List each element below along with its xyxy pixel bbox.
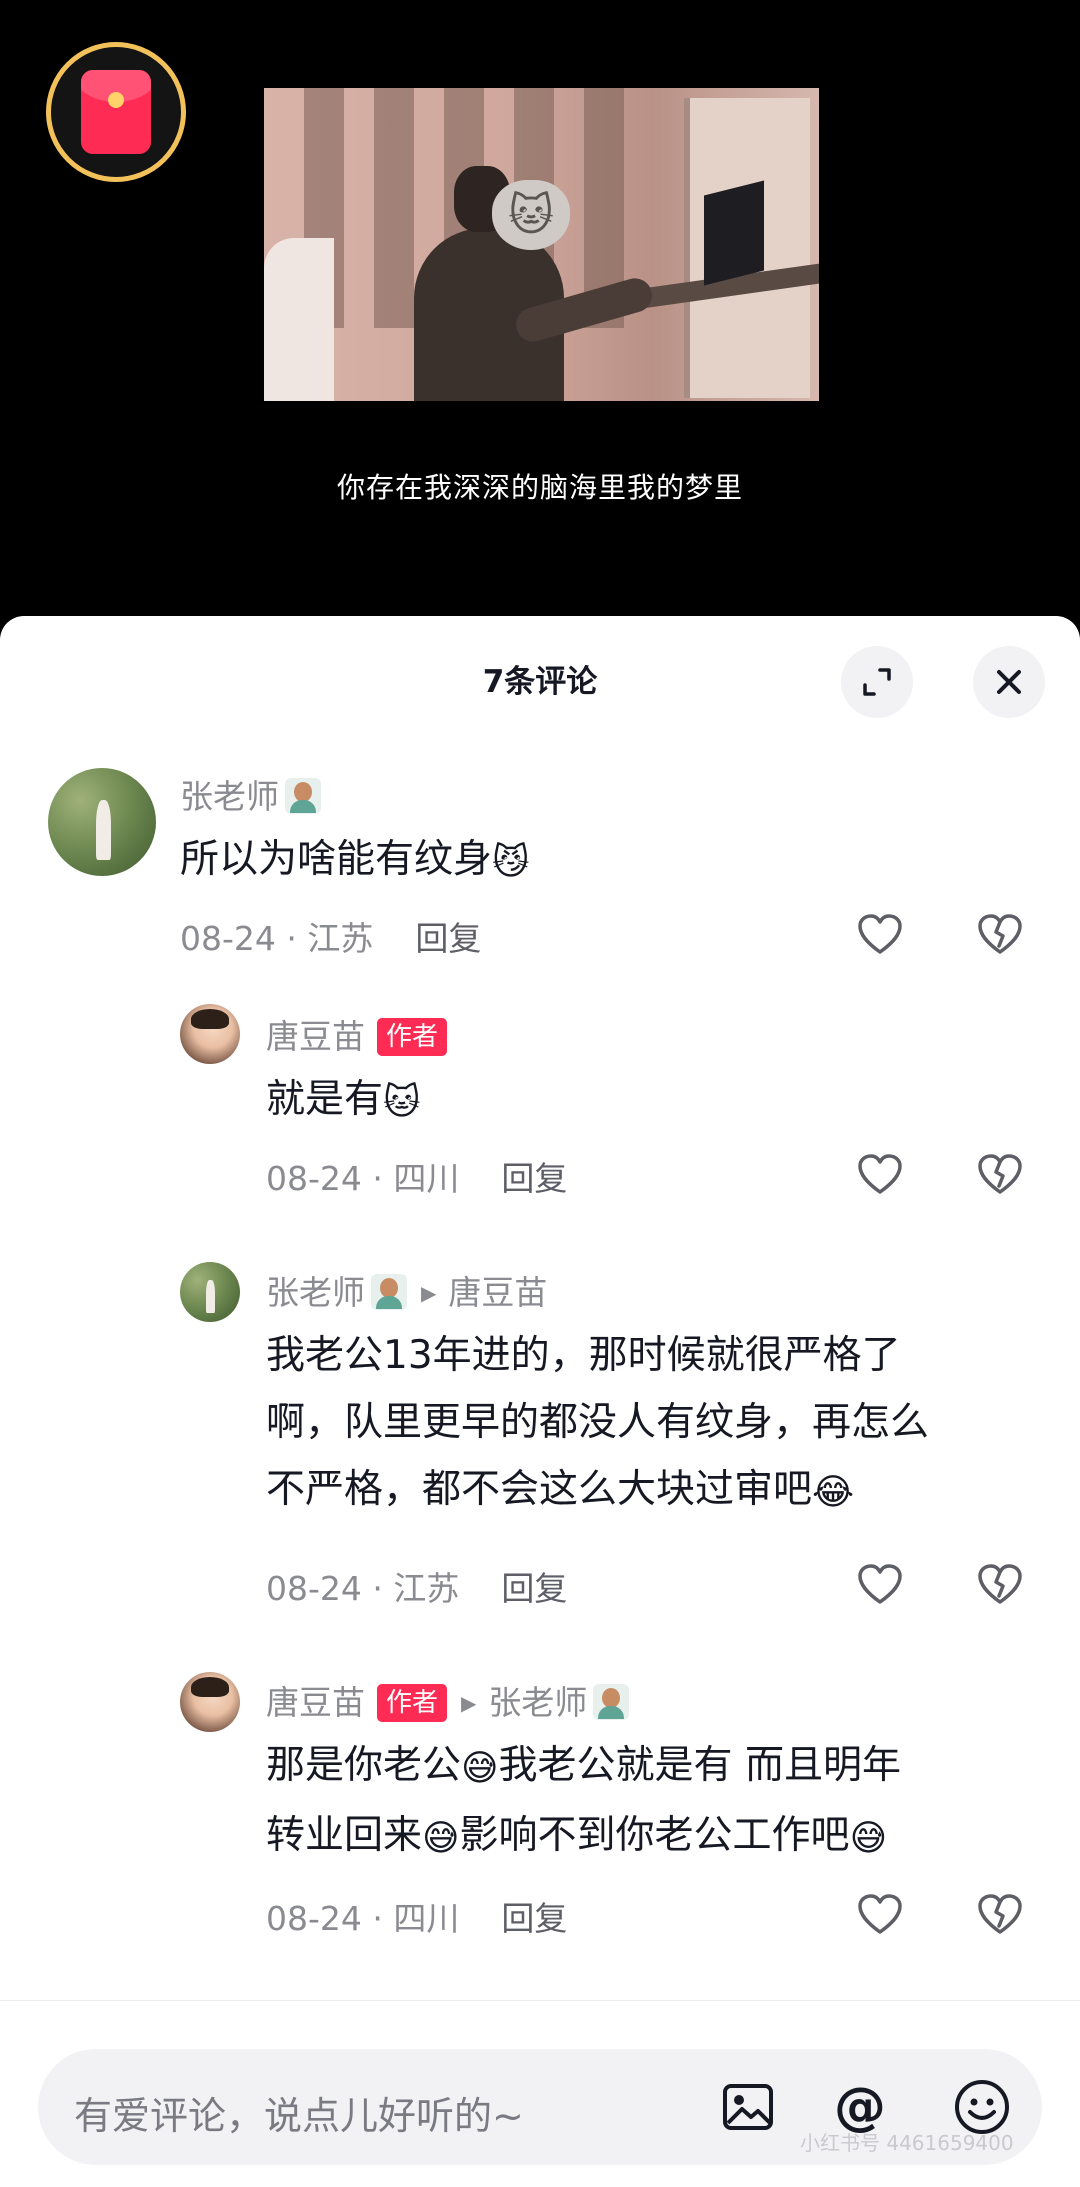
like-button[interactable] — [856, 1892, 904, 1936]
sweat-smile-emoji: 😅 — [422, 1818, 460, 1859]
comment-text: 那是你老公😅我老公就是有 而且明年 转业回来😅影响不到你老公工作吧😅 — [266, 1732, 1056, 1872]
comment-text: 我老公13年进的，那时候就很严格了 啊，队里更早的都没人有纹身，再怎么 不严格，… — [266, 1322, 1056, 1526]
author-badge: 作者 — [377, 1684, 448, 1722]
like-button[interactable] — [856, 1152, 904, 1196]
comment-text-line: 不严格，都不会这么大块过审吧 — [266, 1467, 813, 1512]
broken-heart-icon — [978, 914, 1022, 954]
avatar[interactable] — [180, 1004, 240, 1064]
comment-date: 08-24 · 江苏 — [180, 919, 374, 958]
author-badge: 作者 — [377, 1018, 448, 1056]
expand-icon — [863, 668, 891, 696]
comment-sheet: 7条评论 张老师 所以为啥能有纹身😼 08-24 · 江苏 回复 唐豆苗 作者 就是… — [0, 616, 1080, 2186]
avatar[interactable] — [180, 1672, 240, 1732]
laugh-emoji: 😂 — [812, 1472, 855, 1513]
avatar[interactable] — [180, 1262, 240, 1322]
comment-text-line: 我老公13年进的，那时候就很严格了 — [266, 1333, 901, 1378]
reply-arrow-icon: ▶ — [421, 1281, 437, 1305]
comment-text-body: 就是有 — [266, 1077, 384, 1122]
comment-text-line: 影响不到你老公工作吧 — [459, 1813, 850, 1858]
comment-text-line: 转业回来 — [266, 1813, 423, 1858]
comment-meta: 08-24 · 四川 回复 — [266, 1152, 567, 1200]
dislike-button[interactable] — [976, 1892, 1024, 1936]
image-button[interactable] — [718, 2077, 778, 2137]
red-envelope-button[interactable] — [46, 42, 186, 182]
reply-button[interactable]: 回复 — [501, 1899, 567, 1938]
sweat-smile-emoji: 😅 — [461, 1748, 499, 1789]
close-button[interactable] — [973, 646, 1045, 718]
comment-meta: 08-24 · 江苏 回复 — [180, 912, 481, 960]
comment-text-line: 啊，队里更早的都没人有纹身，再怎么 — [266, 1400, 930, 1445]
comment-author[interactable]: 张老师 — [180, 770, 321, 818]
comment-text-line: 那是你老公 — [266, 1743, 462, 1788]
video-area[interactable]: 🐱 你存在我深深的脑海里我的梦里 — [0, 0, 1080, 618]
cat-emoji: 😼 — [492, 842, 530, 883]
close-icon — [997, 670, 1021, 694]
reply-button[interactable]: 回复 — [415, 919, 481, 958]
comment-date: 08-24 · 四川 — [266, 1899, 460, 1938]
comment-meta: 08-24 · 四川 回复 — [266, 1892, 567, 1940]
dislike-button[interactable] — [976, 1562, 1024, 1606]
broken-heart-icon — [978, 1564, 1022, 1604]
reply-arrow-icon: ▶ — [461, 1691, 477, 1715]
expand-button[interactable] — [841, 646, 913, 718]
video-slat — [374, 88, 414, 328]
watermark: 小红书号 4461659400 — [800, 2131, 1014, 2155]
like-button[interactable] — [856, 1562, 904, 1606]
heart-icon — [858, 1154, 902, 1194]
comment-date: 08-24 · 江苏 — [266, 1569, 460, 1608]
heart-icon — [858, 914, 902, 954]
video-monitor — [704, 180, 764, 286]
comment-author[interactable]: 张老师 ▶ 唐豆苗 — [266, 1266, 547, 1314]
heart-icon — [858, 1564, 902, 1604]
comment-date: 08-24 · 四川 — [266, 1159, 460, 1198]
teacher-icon — [285, 778, 321, 814]
teacher-icon — [593, 1684, 630, 1720]
sweat-smile-emoji: 😅 — [849, 1818, 888, 1859]
broken-heart-icon — [978, 1154, 1022, 1194]
comment-text-line: 我老公就是有 而且明年 — [498, 1743, 901, 1788]
comment-text: 所以为啥能有纹身😼 — [180, 826, 530, 896]
comment-input-bar: 有爱评论，说点儿好听的~ @ — [0, 2000, 1080, 2187]
author-name[interactable]: 唐豆苗 — [266, 1017, 365, 1056]
comment-author[interactable]: 唐豆苗 作者 ▶ 张老师 — [266, 1676, 630, 1724]
author-name[interactable]: 唐豆苗 — [266, 1683, 365, 1722]
reply-button[interactable]: 回复 — [501, 1159, 567, 1198]
dislike-button[interactable] — [976, 1152, 1024, 1196]
reply-to-name[interactable]: 张老师 — [488, 1683, 587, 1722]
author-name[interactable]: 张老师 — [180, 777, 279, 816]
comment-author[interactable]: 唐豆苗 作者 — [266, 1010, 448, 1058]
heart-icon — [858, 1894, 902, 1934]
video-chair — [264, 238, 334, 401]
comment-text-body: 所以为啥能有纹身 — [180, 837, 493, 882]
comment-count-title: 7条评论 — [482, 664, 598, 700]
avatar[interactable] — [48, 768, 156, 876]
reply-button[interactable]: 回复 — [501, 1569, 567, 1608]
video-frame[interactable]: 🐱 — [264, 88, 819, 401]
cat-emoji: 🐱 — [383, 1082, 421, 1123]
reply-to-name[interactable]: 唐豆苗 — [448, 1273, 547, 1312]
author-name[interactable]: 张老师 — [266, 1273, 365, 1312]
teacher-icon — [371, 1274, 407, 1310]
broken-heart-icon — [978, 1894, 1022, 1934]
comment-text: 就是有🐱 — [266, 1066, 421, 1136]
dislike-button[interactable] — [976, 912, 1024, 956]
comment-meta: 08-24 · 江苏 回复 — [266, 1562, 567, 1610]
video-subtitle: 你存在我深深的脑海里我的梦里 — [336, 471, 743, 504]
like-button[interactable] — [856, 912, 904, 956]
comment-input-placeholder[interactable]: 有爱评论，说点儿好听的~ — [74, 2085, 524, 2140]
red-envelope-icon — [81, 70, 151, 154]
cat-face-sticker: 🐱 — [492, 180, 570, 250]
image-icon — [723, 2084, 773, 2130]
